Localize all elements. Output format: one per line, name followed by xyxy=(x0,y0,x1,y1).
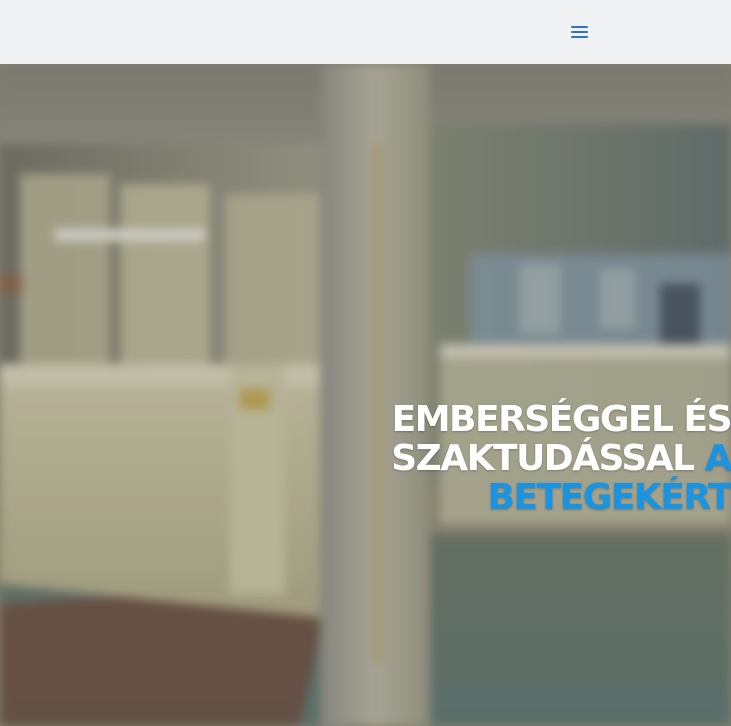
top-navigation-bar xyxy=(0,0,731,64)
menu-line-bottom xyxy=(571,36,588,38)
headline-line-2-white: SZAKTUDÁSSAL xyxy=(391,438,705,479)
headline-line-1: EMBERSÉGGEL ÉS xyxy=(391,399,731,440)
hero-section: EMBERSÉGGEL ÉS SZAKTUDÁSSAL A BETEGEKÉRT xyxy=(0,64,731,726)
hero-headline: EMBERSÉGGEL ÉS SZAKTUDÁSSAL A BETEGEKÉRT xyxy=(391,400,731,517)
headline-line-2-accent: A xyxy=(704,438,731,479)
hamburger-menu-icon[interactable] xyxy=(570,24,590,40)
headline-line-2: SZAKTUDÁSSAL A xyxy=(391,439,731,478)
menu-line-top xyxy=(571,26,588,28)
menu-line-middle xyxy=(571,31,588,33)
headline-line-3: BETEGEKÉRT xyxy=(487,477,731,518)
hero-overlay xyxy=(0,64,731,726)
